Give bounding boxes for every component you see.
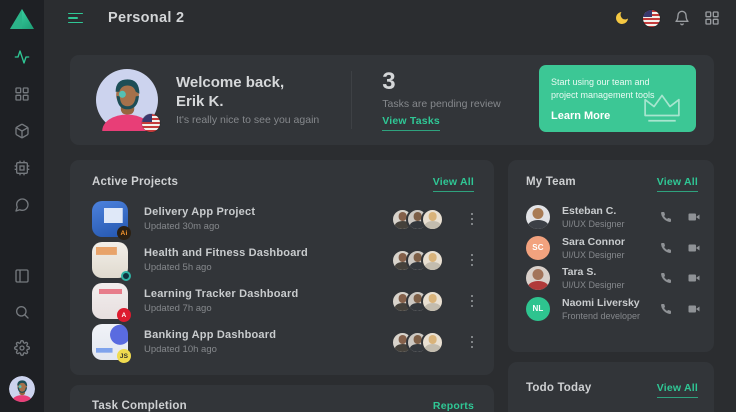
divider <box>351 71 352 129</box>
member-name: Sara Connor <box>562 236 625 248</box>
notebook-icon[interactable] <box>14 268 30 284</box>
team-member-tara[interactable]: Tara S. UI/UX Designer <box>526 266 700 290</box>
member-name: Naomi Liversky <box>562 297 640 309</box>
project-members-avatars <box>391 290 444 313</box>
project-thumbnail <box>92 242 128 278</box>
task-completion-title: Task Completion <box>92 400 187 412</box>
avatar <box>526 266 550 290</box>
call-phone-icon[interactable] <box>660 211 672 223</box>
activity-icon[interactable] <box>14 49 30 65</box>
video-call-icon[interactable] <box>688 303 700 315</box>
app-logo-icon[interactable] <box>9 7 35 31</box>
angular-badge-icon: A <box>117 308 131 322</box>
avatar <box>526 205 550 229</box>
project-menu-kebab-icon[interactable] <box>466 333 478 352</box>
user-avatar <box>96 69 158 131</box>
project-name: Banking App Dashboard <box>144 329 276 341</box>
member-role: UI/UX Designer <box>562 280 625 290</box>
pending-tasks-count: 3 <box>382 70 500 94</box>
member-role: UI/UX Designer <box>562 250 625 260</box>
team-member-sara[interactable]: SC Sara Connor UI/UX Designer <box>526 236 700 260</box>
call-phone-icon[interactable] <box>660 272 672 284</box>
package-box-icon[interactable] <box>14 123 30 139</box>
welcome-title-line2: Erik K. <box>176 93 319 112</box>
todo-view-all-link[interactable]: View All <box>657 382 698 398</box>
my-team-title: My Team <box>526 176 576 188</box>
pending-tasks-label: Tasks are pending review <box>382 98 500 110</box>
illustrator-badge-icon: Ai <box>117 226 131 240</box>
apps-grid-icon[interactable] <box>703 10 720 27</box>
notifications-bell-icon[interactable] <box>673 10 690 27</box>
avatar-initials: NL <box>526 297 550 321</box>
welcome-card: Welcome back, Erik K. It's really nice t… <box>70 55 714 145</box>
settings-gear-icon[interactable] <box>14 340 30 356</box>
project-row-learning[interactable]: A Learning Tracker Dashboard Updated 7h … <box>92 283 478 319</box>
project-thumbnail: A <box>92 283 128 319</box>
project-members-avatars <box>391 208 444 231</box>
member-role: Frontend developer <box>562 311 640 321</box>
project-row-health[interactable]: Health and Fitness Dashboard Updated 5h … <box>92 242 478 278</box>
project-menu-kebab-icon[interactable] <box>466 251 478 270</box>
app-badge-icon <box>121 271 131 281</box>
top-header: Personal 2 <box>44 0 736 36</box>
team-view-all-link[interactable]: View All <box>657 176 698 192</box>
team-member-naomi[interactable]: NL Naomi Liversky Frontend developer <box>526 297 700 321</box>
welcome-title-line1: Welcome back, <box>176 74 319 93</box>
project-members-avatars <box>391 249 444 272</box>
promo-card[interactable]: Start using our team and project managem… <box>539 65 696 132</box>
project-row-banking[interactable]: JS Banking App Dashboard Updated 10h ago <box>92 324 478 360</box>
member-role: UI/UX Designer <box>562 219 625 229</box>
project-updated: Updated 5h ago <box>144 262 308 273</box>
reports-link[interactable]: Reports <box>433 400 474 412</box>
team-member-esteban[interactable]: Esteban C. UI/UX Designer <box>526 205 700 229</box>
video-call-icon[interactable] <box>688 272 700 284</box>
avatar <box>421 249 444 272</box>
my-team-card: My Team View All Esteban C. UI/UX Design… <box>508 160 714 352</box>
project-name: Delivery App Project <box>144 206 255 218</box>
welcome-subtitle: It's really nice to see you again <box>176 114 319 126</box>
user-country-flag-icon <box>142 114 160 132</box>
task-completion-card: Task Completion Reports <box>70 385 494 412</box>
avatar-initials: SC <box>526 236 550 260</box>
avatar <box>421 208 444 231</box>
view-tasks-link[interactable]: View Tasks <box>382 115 440 131</box>
video-call-icon[interactable] <box>688 211 700 223</box>
search-icon[interactable] <box>14 304 30 320</box>
project-name: Learning Tracker Dashboard <box>144 288 298 300</box>
project-thumbnail: JS <box>92 324 128 360</box>
call-phone-icon[interactable] <box>660 242 672 254</box>
chat-bubble-icon[interactable] <box>14 197 30 213</box>
project-updated: Updated 30m ago <box>144 221 255 232</box>
javascript-badge-icon: JS <box>117 349 131 363</box>
sidebar-profile-avatar[interactable] <box>9 376 35 402</box>
avatar <box>421 290 444 313</box>
projects-view-all-link[interactable]: View All <box>433 176 474 192</box>
workspace-title: Personal 2 <box>108 10 184 26</box>
project-updated: Updated 7h ago <box>144 303 298 314</box>
active-projects-title: Active Projects <box>92 176 178 188</box>
project-menu-kebab-icon[interactable] <box>466 210 478 229</box>
learn-more-button[interactable]: Learn More <box>551 110 610 122</box>
active-projects-card: Active Projects View All Ai Delivery App… <box>70 160 494 375</box>
project-updated: Updated 10h ago <box>144 344 276 355</box>
call-phone-icon[interactable] <box>660 303 672 315</box>
dark-mode-moon-icon[interactable] <box>613 10 630 27</box>
cpu-chip-icon[interactable] <box>14 160 30 176</box>
member-name: Tara S. <box>562 266 625 278</box>
project-menu-kebab-icon[interactable] <box>466 292 478 311</box>
avatar <box>421 331 444 354</box>
video-call-icon[interactable] <box>688 242 700 254</box>
project-name: Health and Fitness Dashboard <box>144 247 308 259</box>
project-thumbnail: Ai <box>92 201 128 237</box>
dashboard-grid-icon[interactable] <box>14 86 30 102</box>
todo-today-card: Todo Today View All <box>508 362 714 412</box>
menu-toggle-icon[interactable] <box>68 13 83 24</box>
member-name: Esteban C. <box>562 205 625 217</box>
sidebar <box>0 0 44 412</box>
project-members-avatars <box>391 331 444 354</box>
crown-icon <box>638 87 686 125</box>
language-flag-icon[interactable] <box>643 10 660 27</box>
project-row-delivery[interactable]: Ai Delivery App Project Updated 30m ago <box>92 201 478 237</box>
todo-today-title: Todo Today <box>526 382 591 394</box>
